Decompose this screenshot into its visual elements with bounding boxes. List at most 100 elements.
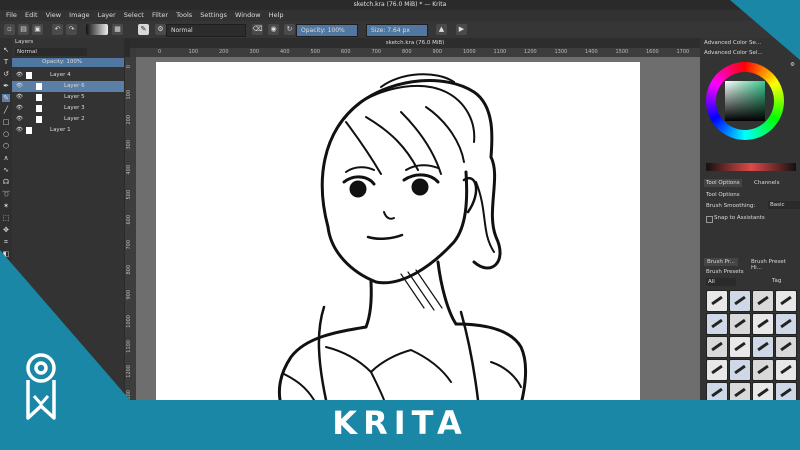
brush-preset-thumbnail[interactable]	[706, 290, 728, 312]
preserve-alpha-icon[interactable]: ◉	[268, 24, 279, 35]
brush-preset-thumbnail[interactable]	[706, 313, 728, 335]
save-icon[interactable]: ▣	[32, 24, 43, 35]
eye-icon[interactable]: 👁	[16, 81, 23, 92]
ruler-tick-label: 200	[219, 49, 229, 55]
calligraphy-icon[interactable]: ↺	[2, 70, 10, 78]
tab-channels[interactable]: Channels	[752, 179, 781, 187]
layer-name[interactable]: Layer 2	[64, 114, 85, 125]
brush-preset-thumbnail[interactable]	[729, 290, 751, 312]
blend-mode-select[interactable]: Normal	[166, 24, 246, 37]
layer-name[interactable]: Layer 4	[50, 70, 71, 81]
menu-help[interactable]: Help	[269, 11, 284, 19]
layer-name[interactable]: Layer 6	[64, 81, 85, 92]
dynamic-brush-icon[interactable]: ➰	[2, 190, 11, 198]
menu-edit[interactable]: Edit	[25, 11, 38, 19]
ellipse-tool-icon[interactable]: ○	[2, 130, 10, 138]
menu-settings[interactable]: Settings	[200, 11, 227, 19]
menu-layer[interactable]: Layer	[98, 11, 116, 19]
pattern-icon[interactable]: ▦	[112, 24, 123, 35]
brush-preset-thumbnail[interactable]	[752, 336, 774, 358]
brush-preset-thumbnail[interactable]	[775, 290, 797, 312]
layer-name[interactable]: Layer 5	[64, 92, 85, 103]
preset-tag-button[interactable]: Tag	[772, 278, 781, 284]
brush-preset-thumbnail[interactable]	[752, 359, 774, 381]
drawing-canvas[interactable]	[156, 62, 640, 402]
line-tool-icon[interactable]: ╱	[2, 106, 10, 114]
layer-row[interactable]: 👁 Layer 4	[12, 70, 124, 81]
new-document-icon[interactable]: ▫	[4, 24, 15, 35]
layer-row[interactable]: 👁 Layer 1	[12, 125, 124, 136]
eye-icon[interactable]: 👁	[16, 103, 23, 114]
menu-select[interactable]: Select	[124, 11, 144, 19]
ruler-tick-label: 400	[280, 49, 290, 55]
multibrush-icon[interactable]: ✶	[2, 202, 10, 210]
layer-row[interactable]: 👁 Layer 3	[12, 103, 124, 114]
brush-preset-thumbnail[interactable]	[752, 290, 774, 312]
layer-name[interactable]: Layer 1	[50, 125, 71, 136]
color-history-bar[interactable]	[706, 163, 796, 171]
eye-icon[interactable]: 👁	[16, 125, 23, 136]
layer-row[interactable]: 👁 Layer 2	[12, 114, 124, 125]
brush-preset-thumbnail[interactable]	[775, 336, 797, 358]
open-document-icon[interactable]: ▤	[18, 24, 29, 35]
brush-preset-thumbnail[interactable]	[729, 359, 751, 381]
pen-icon[interactable]: ✒	[2, 82, 10, 90]
select-shapes-icon[interactable]: ↖	[2, 46, 10, 54]
preset-filter-select[interactable]: All	[706, 278, 736, 286]
tab-tool-options[interactable]: Tool Options	[704, 179, 742, 187]
layer-name[interactable]: Layer 3	[64, 103, 85, 114]
eye-icon[interactable]: 👁	[16, 70, 23, 81]
freehand-path-icon[interactable]: ☊	[2, 178, 10, 186]
ruler-tick-label: 1400	[585, 49, 598, 55]
brush-preset-thumbnail[interactable]	[775, 359, 797, 381]
ruler-tick-label: 100	[188, 49, 199, 55]
eraser-icon[interactable]: ⌫	[252, 24, 263, 35]
brush-preset-thumbnail[interactable]	[706, 359, 728, 381]
eye-icon[interactable]: 👁	[16, 114, 23, 125]
horizontal-ruler: 0 100 200 300 400 500 600 700 800 900 1000 1100 1200…	[136, 48, 700, 57]
bezier-tool-icon[interactable]: ∿	[2, 166, 10, 174]
eye-icon[interactable]: 👁	[16, 92, 23, 103]
brush-settings-icon[interactable]: ⚙	[155, 24, 166, 35]
brush-preset-thumbnail[interactable]	[729, 336, 751, 358]
tab-brush-preset-history[interactable]: Brush Preset Hi...	[748, 258, 800, 272]
menu-view[interactable]: View	[46, 11, 61, 19]
document-tab[interactable]: sketch.kra (76.0 MiB)	[130, 38, 700, 48]
brush-preset-thumbnail[interactable]	[706, 336, 728, 358]
snap-checkbox[interactable]	[706, 216, 713, 223]
opacity-slider[interactable]: Opacity: 100%	[296, 24, 358, 37]
menu-filter[interactable]: Filter	[152, 11, 168, 19]
ruler-tick-label: 0	[158, 49, 162, 55]
layer-row[interactable]: 👁 Layer 6	[12, 81, 124, 92]
gradient-icon[interactable]	[86, 24, 108, 35]
text-tool-icon[interactable]: T	[2, 58, 10, 66]
brush-preset-thumbnail[interactable]	[729, 313, 751, 335]
mirror-horizontal-icon[interactable]: ▲	[436, 24, 447, 35]
ruler-tick-label: 700	[371, 49, 382, 55]
brush-preset-thumbnail[interactable]	[775, 313, 797, 335]
menu-window[interactable]: Window	[235, 11, 261, 19]
brush-preset-icon[interactable]: ✎	[138, 24, 149, 35]
layer-blend-mode-select[interactable]: Normal	[15, 48, 87, 56]
ruler-tick-label: 300	[126, 140, 132, 150]
brush-preset-thumbnail[interactable]	[752, 313, 774, 335]
freehand-brush-icon[interactable]: ✎	[2, 94, 10, 102]
size-slider[interactable]: Size: 7.64 px	[366, 24, 428, 37]
polyline-tool-icon[interactable]: ∧	[2, 154, 10, 162]
polygon-tool-icon[interactable]: ⬡	[2, 142, 10, 150]
reload-preset-icon[interactable]: ↻	[284, 24, 295, 35]
menu-image[interactable]: Image	[69, 11, 89, 19]
undo-icon[interactable]: ↶	[52, 24, 63, 35]
ruler-tick-label: 1300	[554, 49, 568, 55]
redo-icon[interactable]: ↷	[66, 24, 77, 35]
mirror-vertical-icon[interactable]: ▶	[456, 24, 467, 35]
brush-smoothing-select[interactable]: Basic	[768, 201, 800, 209]
ruler-tick-label: 1500	[615, 49, 629, 55]
rectangle-tool-icon[interactable]: □	[2, 118, 10, 126]
layer-thumbnail	[26, 72, 32, 79]
menu-tools[interactable]: Tools	[176, 11, 192, 19]
tab-brush-presets[interactable]: Brush Pr...	[704, 258, 738, 266]
layer-opacity-slider[interactable]: Opacity: 100%	[12, 58, 124, 67]
layer-row[interactable]: 👁 Layer 5	[12, 92, 124, 103]
menu-file[interactable]: File	[6, 11, 17, 19]
